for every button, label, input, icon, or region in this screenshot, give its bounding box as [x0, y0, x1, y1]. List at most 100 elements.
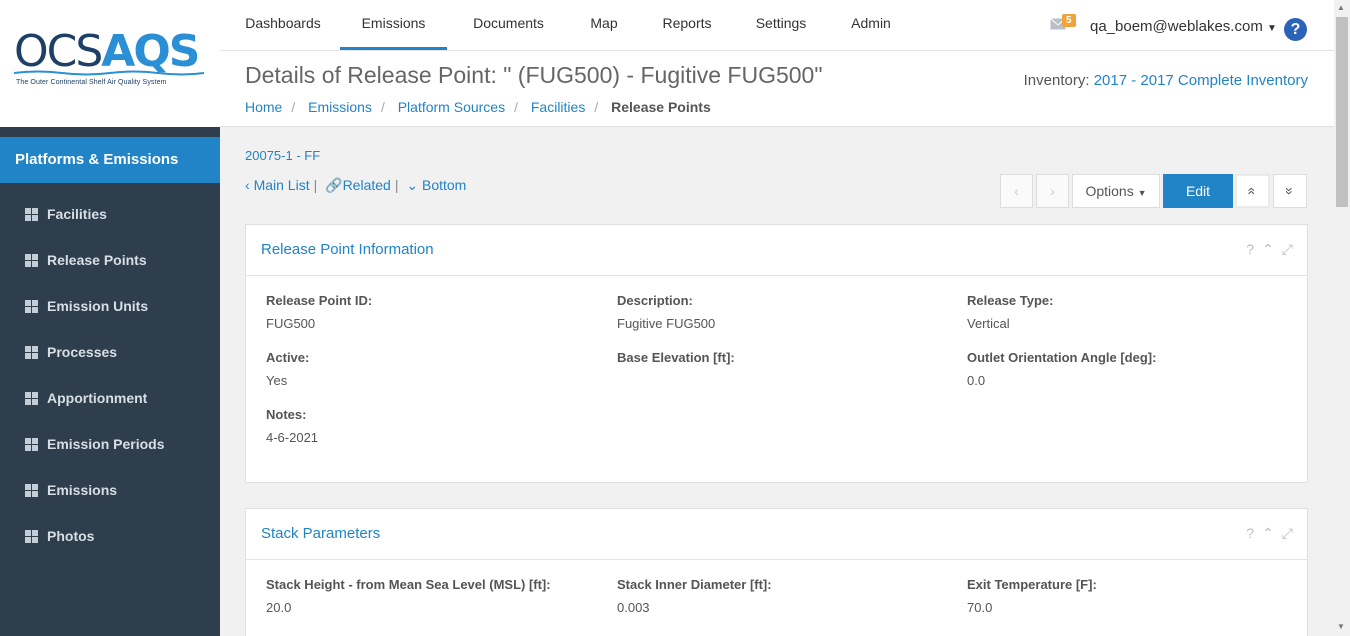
expand-icon[interactable]: ⤢ — [1282, 525, 1293, 541]
chevron-left-icon: ‹ — [245, 177, 250, 193]
logo-wave-icon — [14, 70, 204, 76]
nav-map[interactable]: Map — [589, 0, 619, 50]
breadcrumb-current: Release Points — [611, 99, 711, 115]
link-icon: 🔗 — [325, 177, 343, 193]
mail-count-badge: 5 — [1062, 14, 1076, 27]
scroll-bottom-icon[interactable]: » — [1273, 174, 1307, 208]
grid-icon — [25, 345, 38, 359]
panel-title: Stack Parameters — [261, 525, 381, 542]
breadcrumb-facilities[interactable]: Facilities — [531, 99, 585, 115]
sidebar-item-photos[interactable]: Photos — [0, 513, 220, 559]
sidebar-item-label: Emission Units — [47, 298, 149, 314]
nav-emissions[interactable]: Emissions — [340, 0, 447, 50]
stack-parameters-panel: Stack Parameters ? ⌃ ⤢ Stack Height - from… — [245, 508, 1308, 636]
breadcrumb-platform-sources[interactable]: Platform Sources — [398, 99, 505, 115]
scroll-down-icon[interactable]: ▼ — [1337, 622, 1345, 631]
panel-title: Release Point Information — [261, 241, 434, 258]
grid-icon — [25, 483, 38, 497]
grid-icon — [25, 253, 38, 267]
caret-down-icon: ▼ — [1267, 23, 1277, 34]
bottom-link[interactable]: ⌄ Bottom — [406, 177, 466, 193]
grid-icon — [25, 299, 38, 313]
next-record-button[interactable]: › — [1036, 174, 1069, 208]
inner-diameter-value: 0.003 — [617, 600, 650, 615]
breadcrumb-emissions[interactable]: Emissions — [308, 99, 372, 115]
sidebar-item-emission-periods[interactable]: Emission Periods — [0, 421, 220, 467]
caret-down-icon: ▼ — [1137, 188, 1147, 198]
nav-settings[interactable]: Settings — [755, 0, 807, 50]
release-point-id-value: FUG500 — [266, 316, 316, 331]
scroll-up-icon[interactable]: ▲ — [1337, 3, 1345, 12]
user-email: qa_boem@weblakes.com — [1090, 18, 1263, 35]
inventory-info: Inventory: 2017 - 2017 Complete Inventor… — [1024, 72, 1308, 89]
sidebar-heading[interactable]: Platforms & Emissions — [0, 137, 220, 183]
release-point-info-panel: Release Point Information ? ⌃ ⤢ Release Po… — [245, 224, 1308, 483]
sidebar-item-label: Facilities — [47, 206, 107, 222]
release-type-value: Vertical — [967, 316, 1010, 331]
sidebar-item-emission-units[interactable]: Emission Units — [0, 283, 220, 329]
sidebar-item-label: Release Points — [47, 252, 147, 268]
outlet-angle-value: 0.0 — [967, 373, 986, 388]
sidebar-item-label: Processes — [47, 344, 118, 360]
logo[interactable]: OCSAQS The Outer Continental Shelf Air Q… — [0, 0, 220, 127]
sidebar-item-processes[interactable]: Processes — [0, 329, 220, 375]
notes-label: Notes: — [266, 407, 307, 422]
related-link[interactable]: 🔗Related — [325, 177, 391, 193]
inventory-label: Inventory: — [1023, 72, 1090, 89]
description-value: Fugitive FUG500 — [617, 316, 716, 331]
help-icon[interactable]: ? — [1246, 525, 1254, 541]
sidebar: OCSAQS The Outer Continental Shelf Air Q… — [0, 0, 220, 636]
edit-button[interactable]: Edit — [1163, 174, 1233, 208]
related-label: Related — [342, 177, 391, 193]
options-label: Options — [1085, 183, 1134, 199]
base-elevation-label: Base Elevation [ft]: — [617, 350, 735, 365]
main-list-link[interactable]: ‹ Main List — [245, 177, 310, 193]
inner-diameter-label: Stack Inner Diameter [ft]: — [617, 577, 772, 592]
logo-subtitle: The Outer Continental Shelf Air Quality … — [16, 79, 167, 86]
sidebar-item-facilities[interactable]: Facilities — [0, 191, 220, 237]
notes-value: 4-6-2021 — [266, 430, 319, 445]
nav-admin[interactable]: Admin — [850, 0, 892, 50]
sidebar-item-release-points[interactable]: Release Points — [0, 237, 220, 283]
description-label: Description: — [617, 293, 693, 308]
release-type-label: Release Type: — [967, 293, 1054, 308]
scroll-top-icon[interactable]: « — [1235, 174, 1270, 208]
collapse-icon[interactable]: ⌃ — [1262, 241, 1274, 257]
bottom-label: Bottom — [421, 177, 467, 193]
page-header: Details of Release Point: " (FUG500) - F… — [220, 51, 1334, 127]
chevron-down-icon: ⌄ — [406, 177, 419, 193]
help-icon[interactable]: ? — [1284, 18, 1307, 41]
sidebar-item-apportionment[interactable]: Apportionment — [0, 375, 220, 421]
grid-icon — [25, 529, 38, 543]
expand-icon[interactable]: ⤢ — [1282, 241, 1293, 257]
outlet-angle-label: Outlet Orientation Angle [deg]: — [967, 350, 1157, 365]
stack-height-value: 20.0 — [266, 600, 292, 615]
inventory-link[interactable]: 2017 - 2017 Complete Inventory — [1094, 72, 1308, 89]
sidebar-item-label: Emission Periods — [47, 436, 165, 452]
sidebar-menu: Facilities Release Points Emission Units… — [0, 191, 220, 559]
nav-dashboards[interactable]: Dashboards — [245, 0, 321, 50]
top-navigation: Dashboards Emissions Documents Map Repor… — [220, 0, 1334, 51]
main-list-label: Main List — [253, 177, 310, 193]
breadcrumb-home[interactable]: Home — [245, 99, 282, 115]
nav-documents[interactable]: Documents — [472, 0, 545, 50]
user-menu[interactable]: qa_boem@weblakes.com ▼ — [1090, 18, 1277, 35]
sidebar-item-label: Apportionment — [47, 390, 148, 406]
page-title: Details of Release Point: " (FUG500) - F… — [245, 62, 823, 88]
release-point-id-label: Release Point ID: — [266, 293, 373, 308]
options-dropdown[interactable]: Options ▼ — [1072, 174, 1160, 208]
grid-icon — [25, 207, 38, 221]
breadcrumb: Home / Emissions / Platform Sources / Facil… — [245, 99, 711, 115]
scrollbar-thumb[interactable] — [1336, 17, 1348, 207]
nav-reports[interactable]: Reports — [662, 0, 712, 50]
sidebar-item-emissions[interactable]: Emissions — [0, 467, 220, 513]
stack-height-label: Stack Height - from Mean Sea Level (MSL)… — [266, 577, 551, 592]
previous-record-button[interactable]: ‹ — [1000, 174, 1033, 208]
sidebar-item-label: Photos — [47, 528, 95, 544]
collapse-icon[interactable]: ⌃ — [1262, 525, 1274, 541]
grid-icon — [25, 391, 38, 405]
active-value: Yes — [266, 373, 288, 388]
record-id-link[interactable]: 20075-1 - FF — [245, 148, 320, 163]
help-icon[interactable]: ? — [1246, 241, 1254, 257]
active-label: Active: — [266, 350, 310, 365]
